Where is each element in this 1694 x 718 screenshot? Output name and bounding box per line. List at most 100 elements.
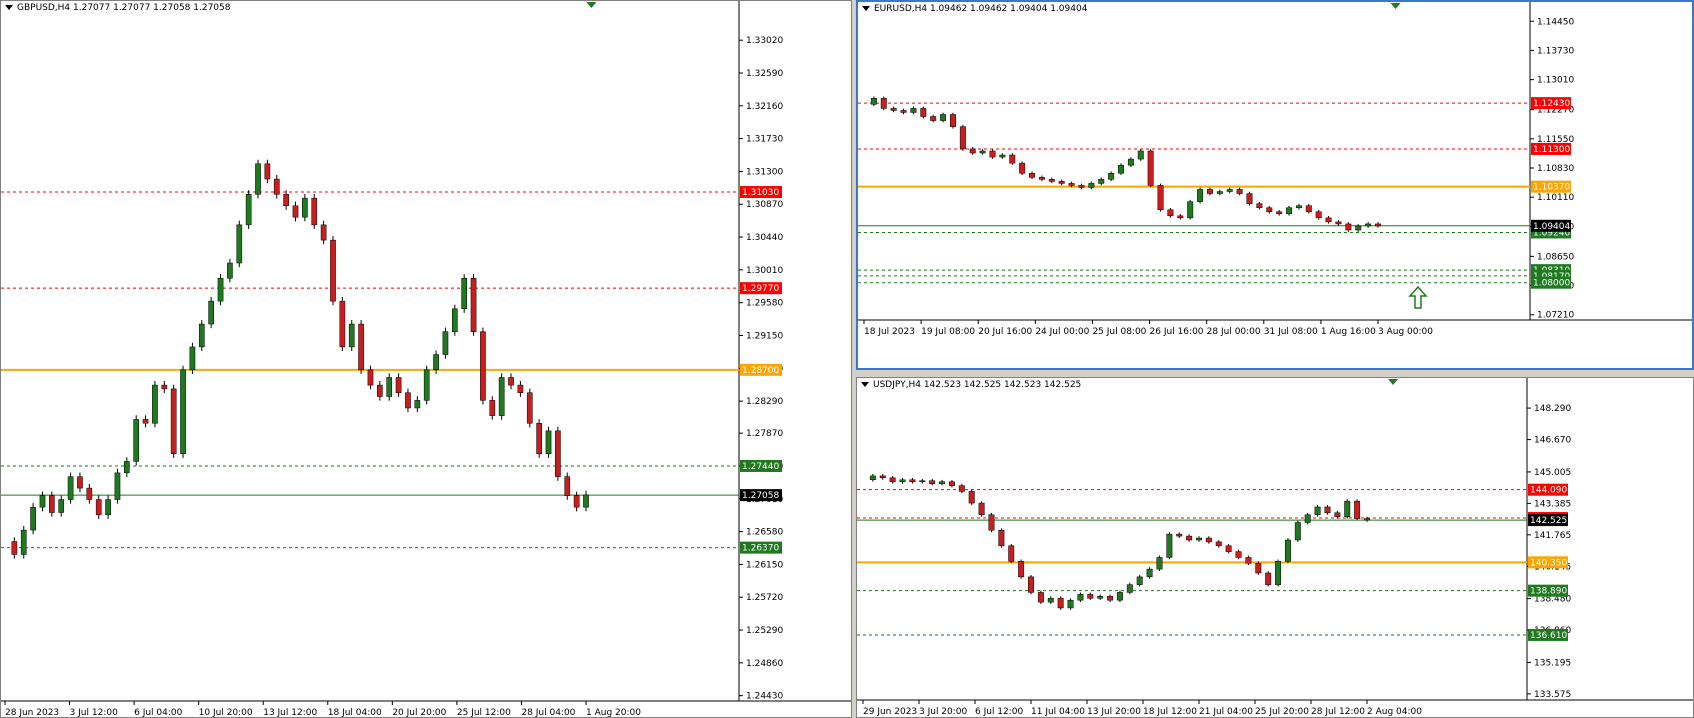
chart-title-gbpusd: GBPUSD,H4 1.27077 1.27077 1.27058 1.2705… xyxy=(5,3,230,13)
y-tick-label: 1.25720 xyxy=(746,593,783,603)
bear-candle-body xyxy=(998,530,1005,547)
bull-candle-body xyxy=(255,163,261,195)
bull-candle-body xyxy=(217,278,224,302)
collapse-arrow-icon[interactable] xyxy=(5,5,13,10)
candle xyxy=(1037,590,1044,604)
candle xyxy=(414,396,421,413)
candle xyxy=(198,319,205,352)
candle xyxy=(949,112,956,129)
candle xyxy=(1295,203,1302,210)
candle xyxy=(339,297,346,352)
candle xyxy=(1048,177,1055,184)
bear-candle-body xyxy=(1147,150,1154,186)
bear-candle-body xyxy=(377,384,383,397)
bear-candle-body xyxy=(1009,154,1016,164)
bull-candle-body xyxy=(1108,173,1115,180)
candle xyxy=(1276,209,1283,216)
candle xyxy=(1206,187,1213,196)
bear-candle-body xyxy=(508,377,514,386)
bear-candle-body xyxy=(1186,535,1193,541)
candle xyxy=(929,478,936,486)
x-tick-label: 24 Jul 00:00 xyxy=(1035,327,1089,337)
candle xyxy=(1266,205,1273,214)
y-tick-label: 1.31730 xyxy=(746,135,783,145)
candle xyxy=(583,490,589,512)
y-tick-label: 1.30870 xyxy=(746,200,783,210)
y-tick-label: 1.14450 xyxy=(1537,17,1574,27)
candle xyxy=(386,373,393,401)
bull-candle-body xyxy=(919,480,926,482)
bear-candle-body xyxy=(1305,205,1312,213)
candle xyxy=(1009,153,1016,165)
x-tick-label: 21 Jul 04:00 xyxy=(1199,707,1253,717)
bear-candle-body xyxy=(1057,597,1064,609)
bull-candle-body xyxy=(39,495,46,508)
candle xyxy=(1098,177,1105,186)
bull-candle-body xyxy=(1127,158,1134,166)
candle xyxy=(1167,207,1174,218)
bear-candle-body xyxy=(339,300,346,348)
bear-candle-body xyxy=(170,388,177,455)
y-tick-label: 1.26150 xyxy=(746,560,783,570)
bear-candle-body xyxy=(320,224,327,241)
collapse-arrow-icon[interactable] xyxy=(862,6,870,11)
candle xyxy=(320,220,327,245)
candle xyxy=(227,258,233,283)
bull-candle-body xyxy=(302,197,308,218)
bear-candle-body xyxy=(1038,177,1045,180)
candle xyxy=(273,174,280,199)
chart-pane-gbpusd[interactable]: 1.33020 1.32590 1.32160 1.31730 1.31300 1.308… xyxy=(0,0,852,718)
candle xyxy=(1216,189,1223,196)
bear-candle-body xyxy=(86,487,93,500)
bear-candle-body xyxy=(526,392,533,424)
bear-candle-body xyxy=(958,485,965,492)
candle xyxy=(1325,216,1332,224)
bull-candle-body xyxy=(1365,223,1372,227)
candle xyxy=(989,149,996,159)
current-price-label: 1.27058 xyxy=(742,491,779,501)
candle xyxy=(395,373,402,397)
current-price-label: 1.09404 xyxy=(1533,222,1570,232)
candle xyxy=(555,426,561,481)
price-chart-gbpusd[interactable]: 1.33020 1.32590 1.32160 1.31730 1.31300 1.308… xyxy=(1,1,851,717)
candle xyxy=(451,304,458,336)
candle xyxy=(958,483,965,494)
candle xyxy=(1058,179,1065,186)
candle xyxy=(283,190,289,210)
candle xyxy=(969,147,976,155)
bear-candle-body xyxy=(1008,545,1015,562)
bear-candle-body xyxy=(968,491,975,504)
x-tick-label: 26 Jul 16:00 xyxy=(1150,327,1204,337)
bear-candle-body xyxy=(405,392,411,409)
candle xyxy=(1078,183,1085,190)
candle xyxy=(1028,575,1034,595)
bull-candle-body xyxy=(227,262,233,279)
collapse-arrow-icon[interactable] xyxy=(861,382,869,387)
bull-candle-body xyxy=(1344,500,1351,517)
y-tick-label: 1.10110 xyxy=(1537,193,1574,203)
bull-candle-body xyxy=(1286,207,1293,215)
candle xyxy=(255,159,261,199)
x-tick-label: 31 Jul 08:00 xyxy=(1264,327,1318,337)
candle xyxy=(1116,590,1123,603)
candle xyxy=(1088,181,1095,190)
candle xyxy=(1108,171,1115,182)
bear-candle-body xyxy=(1276,211,1283,215)
price-chart-eurusd[interactable]: 1.144501.137301.130101.122701.115501.108… xyxy=(858,2,1692,368)
candle xyxy=(1118,163,1124,176)
bear-candle-body xyxy=(1107,596,1114,601)
candle xyxy=(1186,534,1193,542)
candle xyxy=(161,380,168,394)
candle xyxy=(67,472,74,504)
price-chart-usdjpy[interactable]: 148.290146.670145.005143.385141.765140.1… xyxy=(857,378,1693,717)
bull-candle-body xyxy=(1197,189,1204,202)
chart-pane-usdjpy[interactable]: 148.290146.670145.005143.385141.765140.1… xyxy=(856,377,1694,718)
candle xyxy=(930,114,937,123)
candle xyxy=(1314,505,1321,517)
bull-candle-body xyxy=(1137,150,1144,160)
candle xyxy=(133,415,140,466)
pivot-level-label: 140.350 xyxy=(1530,558,1567,568)
chart-pane-eurusd[interactable]: 1.14450 1.13730 1.13010 1.12270 1.11550 1.108… xyxy=(856,0,1694,370)
y-tick-label: 1.29150 xyxy=(746,331,783,341)
bull-candle-body xyxy=(348,323,355,348)
